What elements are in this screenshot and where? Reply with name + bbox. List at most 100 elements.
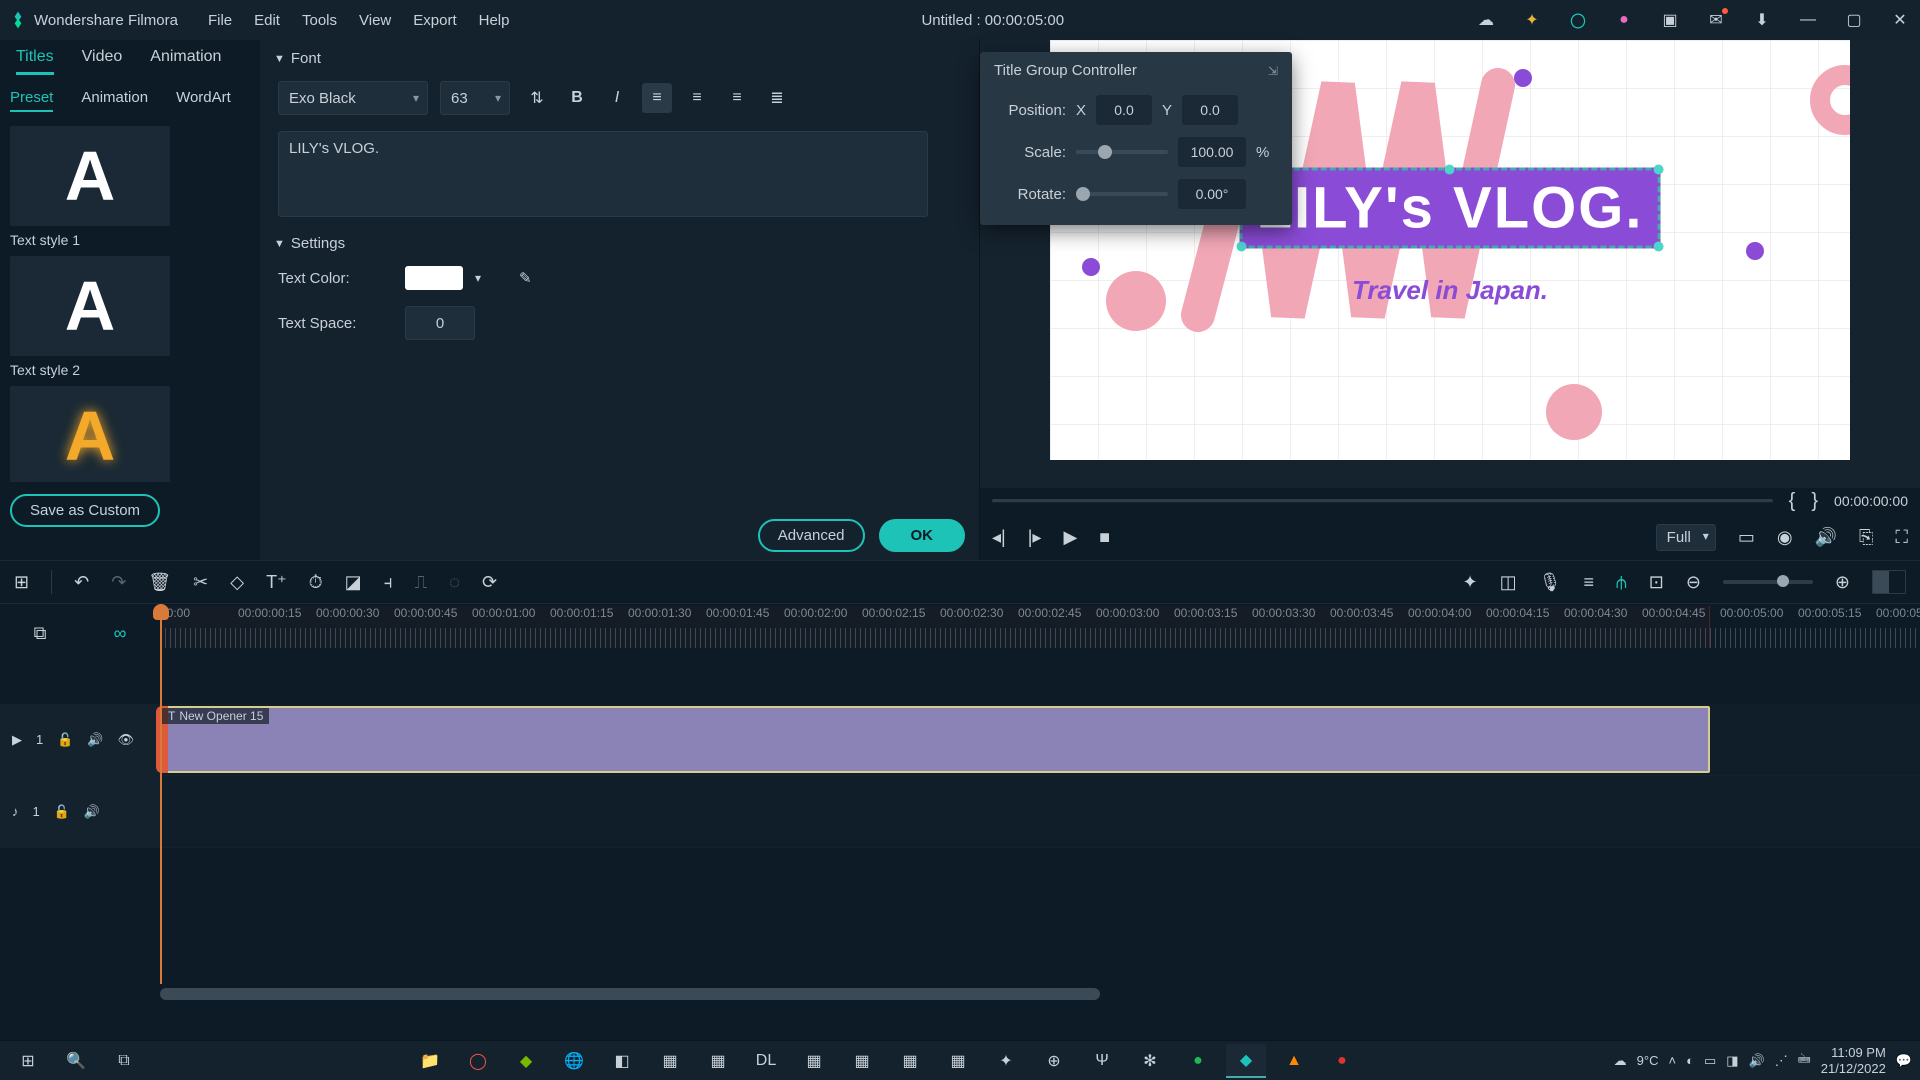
volume-tray-icon[interactable]: 🔊	[1749, 1053, 1765, 1069]
rotate-slider[interactable]	[1076, 192, 1168, 196]
resize-handle[interactable]	[1237, 242, 1247, 252]
align-right-icon[interactable]: ≡	[722, 83, 752, 113]
visibility-icon[interactable]: 👁	[118, 732, 135, 748]
font-size-select[interactable]: 63	[440, 81, 510, 115]
resize-handle[interactable]	[1445, 165, 1455, 175]
add-track-icon[interactable]: ⊞	[14, 572, 29, 593]
mark-in-icon[interactable]: {	[1789, 490, 1796, 513]
app-icon[interactable]: ▦	[890, 1044, 930, 1078]
chevron-down-icon[interactable]: ▾	[475, 271, 481, 285]
fit-icon[interactable]: ⊡	[1649, 572, 1664, 593]
text-icon[interactable]: T⁺	[266, 572, 287, 593]
zoom-out-icon[interactable]: ⊖	[1686, 572, 1701, 593]
app-icon[interactable]: ▦	[842, 1044, 882, 1078]
app-icon[interactable]: ▦	[698, 1044, 738, 1078]
menu-tools[interactable]: Tools	[302, 12, 337, 29]
speed-icon[interactable]: ⏱	[309, 572, 323, 593]
tab-preset[interactable]: Preset	[10, 89, 53, 112]
track-type-icon[interactable]: ♪	[12, 804, 19, 819]
safe-icon[interactable]: ◫	[1500, 572, 1517, 593]
start-icon[interactable]: ⊞	[8, 1044, 48, 1078]
app-icon[interactable]: ✻	[1130, 1044, 1170, 1078]
next-frame-icon[interactable]: |▸	[1028, 527, 1042, 548]
app-icon[interactable]: ●	[1322, 1044, 1362, 1078]
scrub-track[interactable]	[992, 499, 1773, 503]
wifi-icon[interactable]: ⋰	[1775, 1053, 1788, 1069]
mute-icon[interactable]: 🔊	[84, 804, 100, 820]
tray-icon[interactable]: ▭	[1704, 1053, 1716, 1069]
cut-icon[interactable]: ✂	[193, 572, 208, 593]
lock-icon[interactable]: 🔓	[57, 732, 73, 748]
volume-icon[interactable]: 🔊	[1815, 527, 1837, 548]
time-ruler[interactable]: 00:0000:00:00:1500:00:00:3000:00:00:4500…	[160, 604, 1920, 648]
effect-icon[interactable]: ◌	[449, 572, 460, 593]
playhead[interactable]	[160, 604, 162, 984]
font-section-header[interactable]: ▼Font	[260, 40, 979, 73]
app-icon[interactable]: ⊕	[1034, 1044, 1074, 1078]
mark-out-icon[interactable]: }	[1811, 490, 1818, 513]
undo-icon[interactable]: ↶	[74, 572, 89, 593]
export-frame-icon[interactable]: ⎘	[1859, 527, 1873, 548]
nvidia-icon[interactable]: ◆	[506, 1044, 546, 1078]
clock[interactable]: 11:09 PM 21/12/2022	[1821, 1045, 1886, 1076]
title-text-input[interactable]	[278, 131, 928, 217]
mini-track-icon[interactable]	[1872, 570, 1906, 594]
rotate-input[interactable]	[1178, 179, 1246, 209]
resize-handle[interactable]	[1653, 242, 1663, 252]
save-as-custom-button[interactable]: Save as Custom	[10, 494, 160, 527]
text-space-input[interactable]	[405, 306, 475, 340]
settings-section-header[interactable]: ▼Settings	[260, 225, 979, 258]
redo-icon[interactable]: ↷	[111, 572, 126, 593]
prev-frame-icon[interactable]: ◂|	[992, 527, 1006, 548]
menu-edit[interactable]: Edit	[254, 12, 280, 29]
track-type-icon[interactable]: ▶	[12, 732, 22, 748]
timeline-clip[interactable]: TNew Opener 15	[160, 706, 1710, 773]
scale-slider[interactable]	[1076, 150, 1168, 154]
search-icon[interactable]: 🔍	[56, 1044, 96, 1078]
italic-icon[interactable]: I	[602, 83, 632, 113]
font-family-select[interactable]: Exo Black	[278, 81, 428, 115]
position-x-input[interactable]	[1096, 95, 1152, 125]
tray-icon[interactable]: ◐	[1686, 1053, 1694, 1068]
opera-icon[interactable]: ◯	[458, 1044, 498, 1078]
app-icon[interactable]: ◧	[602, 1044, 642, 1078]
popup-header[interactable]: Title Group Controller ⇲	[980, 52, 1292, 89]
delete-icon[interactable]: 🗑	[148, 572, 171, 593]
preset-item[interactable]: A Text style 2	[10, 256, 250, 378]
preset-item[interactable]: A Text style 1	[10, 126, 250, 248]
collapse-icon[interactable]: ⇲	[1268, 64, 1278, 78]
app-icon[interactable]: ▦	[938, 1044, 978, 1078]
weather-icon[interactable]: ☁	[1614, 1053, 1627, 1069]
zoom-slider[interactable]	[1723, 580, 1813, 584]
account-icon[interactable]: ●	[1614, 10, 1634, 30]
task-view-icon[interactable]: ⧉	[104, 1044, 144, 1078]
stop-icon[interactable]: ■	[1099, 527, 1110, 548]
render-icon[interactable]: ⟳	[482, 572, 497, 593]
download-icon[interactable]: ⬇	[1752, 10, 1772, 30]
ok-button[interactable]: OK	[879, 519, 966, 552]
position-y-input[interactable]	[1182, 95, 1238, 125]
voice-icon[interactable]: 🎙	[1539, 572, 1562, 593]
title-group-controller-popup[interactable]: Title Group Controller ⇲ Position: X Y S…	[980, 52, 1292, 225]
crop-icon[interactable]: ⫞	[384, 572, 393, 593]
preview-title-box[interactable]: LILY's VLOG.	[1240, 168, 1661, 249]
link-icon[interactable]: ∞	[114, 623, 127, 644]
vlc-icon[interactable]: ▲	[1274, 1044, 1314, 1078]
color-icon[interactable]: ◪	[345, 572, 362, 593]
tab-video[interactable]: Video	[82, 48, 123, 75]
bold-icon[interactable]: B	[562, 83, 592, 113]
align-left-icon[interactable]: ≡	[642, 83, 672, 113]
app-icon[interactable]: ▦	[650, 1044, 690, 1078]
tab-titles[interactable]: Titles	[16, 48, 54, 75]
notifications-tray-icon[interactable]: 💬	[1896, 1053, 1912, 1069]
fold-tracks-icon[interactable]: ⧉	[34, 623, 47, 644]
menu-view[interactable]: View	[359, 12, 391, 29]
chrome-icon[interactable]: 🌐	[554, 1044, 594, 1078]
snapshot-icon[interactable]: ◉	[1777, 527, 1793, 548]
notification-icon[interactable]: ✉	[1706, 10, 1726, 30]
weather-temp[interactable]: 9°C	[1637, 1053, 1659, 1068]
mute-icon[interactable]: 🔊	[87, 732, 103, 748]
track-lane[interactable]	[160, 776, 1920, 847]
display-icon[interactable]: ▭	[1738, 527, 1755, 548]
preset-item[interactable]: A	[10, 386, 250, 482]
